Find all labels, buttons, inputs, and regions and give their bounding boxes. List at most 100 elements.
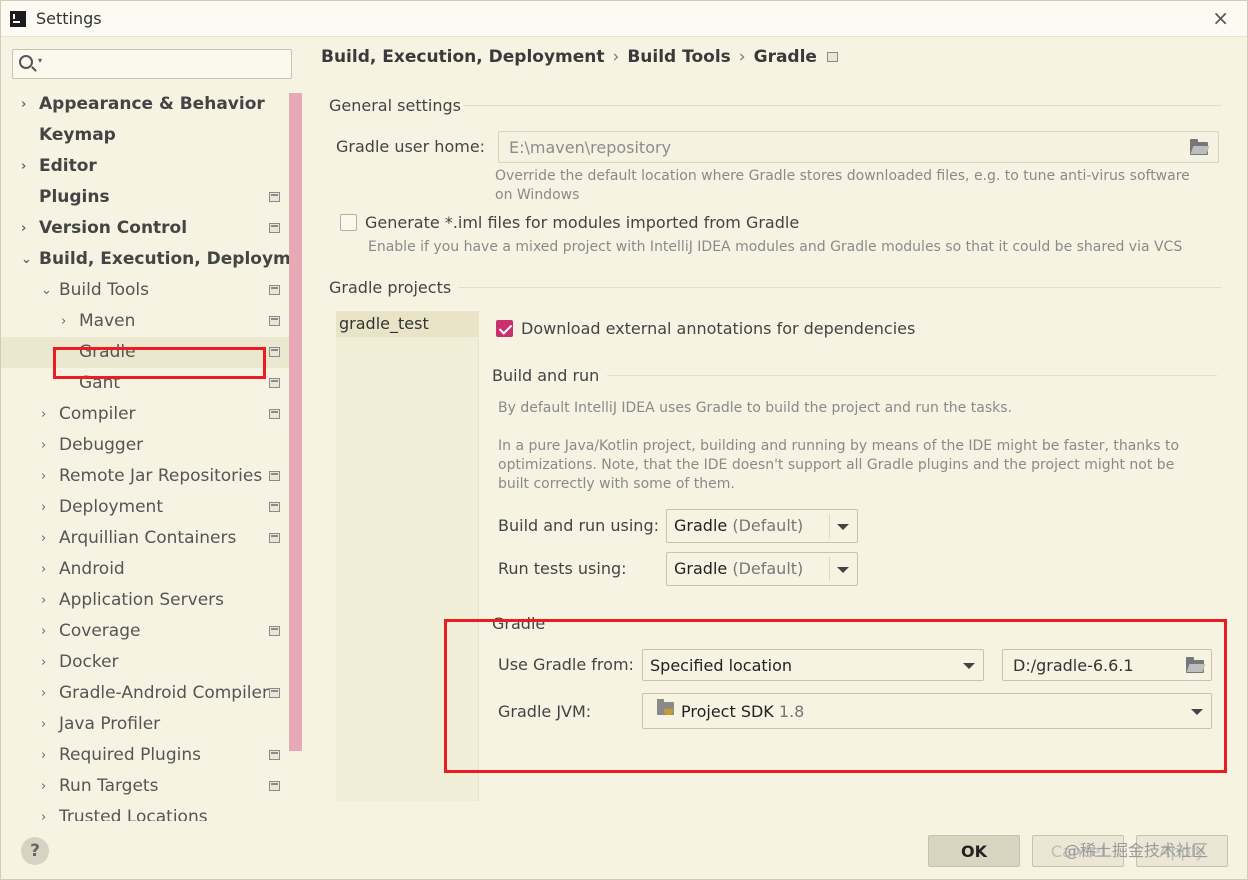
project-scope-icon <box>269 626 280 636</box>
sidebar-item-maven[interactable]: › Maven <box>1 306 289 337</box>
project-scope-icon <box>269 347 280 357</box>
sidebar-item-debugger[interactable]: › Debugger <box>1 430 289 461</box>
project-scope-icon <box>269 781 280 791</box>
sidebar-item-label: Trusted Locations <box>59 807 208 821</box>
build-run-using-suffix: (Default) <box>732 516 804 535</box>
sidebar-item-label: Java Profiler <box>59 714 161 734</box>
chevron-right-icon[interactable]: › <box>41 554 46 585</box>
sidebar-item-build-execution-deployment[interactable]: ⌄ Build, Execution, Deployment <box>1 244 301 275</box>
download-annotations-label[interactable]: Download external annotations for depend… <box>521 319 915 338</box>
section-divider <box>459 287 1221 288</box>
sidebar-item-version-control[interactable]: › Version Control <box>1 213 289 244</box>
chevron-right-icon[interactable]: › <box>41 740 46 771</box>
gradle-projects-title: Gradle projects <box>329 278 452 297</box>
chevron-right-icon[interactable]: › <box>41 771 46 802</box>
combo-divider <box>829 557 830 581</box>
sidebar-item-label: Run Targets <box>59 776 159 796</box>
section-divider <box>463 105 1221 106</box>
general-settings-title: General settings <box>329 96 461 115</box>
sidebar-item-android[interactable]: › Android <box>1 554 289 585</box>
chevron-right-icon[interactable]: › <box>41 461 46 492</box>
sidebar-item-java-profiler[interactable]: › Java Profiler <box>1 709 289 740</box>
sidebar-item-application-servers[interactable]: › Application Servers <box>1 585 289 616</box>
chevron-right-icon[interactable]: › <box>21 89 26 120</box>
project-scope-icon <box>269 750 280 760</box>
chevron-right-icon[interactable]: › <box>21 151 26 182</box>
sidebar-item-label: Version Control <box>39 218 188 238</box>
project-scope-icon <box>269 223 280 233</box>
sidebar-item-gradle-android-compiler[interactable]: › Gradle-Android Compiler <box>1 678 289 709</box>
sidebar-item-label: Plugins <box>39 187 110 207</box>
sidebar-item-label: Remote Jar Repositories <box>59 466 263 486</box>
gradle-user-home-label: Gradle user home: <box>336 137 486 156</box>
chevron-down-icon[interactable] <box>837 567 849 573</box>
sidebar-item-arquillian-containers[interactable]: › Arquillian Containers <box>1 523 289 554</box>
project-scope-icon <box>826 52 838 62</box>
chevron-down-icon[interactable]: ⌄ <box>41 275 52 306</box>
breadcrumb-item-build-tools[interactable]: Build Tools <box>627 47 730 67</box>
chevron-right-icon[interactable]: › <box>41 399 46 430</box>
download-annotations-checkbox[interactable] <box>496 320 513 337</box>
highlight-annotation-gradle-section <box>444 619 1227 773</box>
ok-button[interactable]: OK <box>928 835 1020 867</box>
chevron-right-icon[interactable]: › <box>41 709 46 740</box>
sidebar-item-editor[interactable]: › Editor <box>1 151 289 182</box>
generate-iml-label[interactable]: Generate *.iml files for modules importe… <box>365 213 799 232</box>
chevron-right-icon[interactable]: › <box>41 647 46 678</box>
list-item[interactable]: gradle_test <box>336 311 479 337</box>
browse-folder-icon[interactable] <box>1190 139 1208 155</box>
sidebar-item-label: Coverage <box>59 621 141 641</box>
sidebar-item-compiler[interactable]: › Compiler <box>1 399 289 430</box>
breadcrumb-item-build-execution-deployment[interactable]: Build, Execution, Deployment <box>321 47 605 67</box>
gradle-user-home-hint: Override the default location where Grad… <box>495 168 1190 203</box>
gradle-user-home-field[interactable]: E:\maven\repository <box>498 131 1219 163</box>
watermark: @稀土掘金技术社区 <box>1064 841 1209 860</box>
sidebar-item-coverage[interactable]: › Coverage <box>1 616 289 647</box>
build-run-using-select[interactable]: Gradle (Default) <box>666 509 858 543</box>
generate-iml-hint: Enable if you have a mixed project with … <box>368 239 1183 255</box>
chevron-right-icon[interactable]: › <box>41 802 46 821</box>
sidebar-item-label: Debugger <box>59 435 144 455</box>
breadcrumb: Build, Execution, Deployment › Build Tools… <box>321 47 838 67</box>
chevron-right-icon[interactable]: › <box>41 678 46 709</box>
sidebar-scrollbar[interactable] <box>289 93 302 751</box>
sidebar-item-run-targets[interactable]: › Run Targets <box>1 771 289 802</box>
sidebar-item-plugins[interactable]: Plugins <box>1 182 289 213</box>
sidebar-item-docker[interactable]: › Docker <box>1 647 289 678</box>
sidebar-item-trusted-locations[interactable]: › Trusted Locations <box>1 802 289 821</box>
build-run-using-value: Gradle <box>674 516 728 535</box>
settings-search[interactable]: ▾ <box>12 49 292 79</box>
chevron-down-icon[interactable]: ⌄ <box>21 244 32 275</box>
chevron-right-icon[interactable]: › <box>41 616 46 647</box>
chevron-right-icon[interactable]: › <box>41 430 46 461</box>
sidebar-item-build-tools[interactable]: ⌄ Build Tools <box>1 275 289 306</box>
sidebar-item-label: Gradle-Android Compiler <box>59 683 269 703</box>
breadcrumb-item-gradle: Gradle <box>753 47 817 67</box>
generate-iml-checkbox[interactable] <box>340 214 357 231</box>
chevron-right-icon[interactable]: › <box>41 492 46 523</box>
chevron-right-icon[interactable]: › <box>41 523 46 554</box>
run-tests-using-select[interactable]: Gradle (Default) <box>666 552 858 586</box>
chevron-right-icon[interactable]: › <box>61 306 66 337</box>
chevron-down-icon[interactable] <box>837 524 849 530</box>
chevron-right-icon[interactable]: › <box>21 213 26 244</box>
help-icon[interactable]: ? <box>21 837 49 865</box>
settings-tree: › Appearance & Behavior Keymap › Editor Plugi… <box>1 89 301 821</box>
sidebar-item-deployment[interactable]: › Deployment <box>1 492 289 523</box>
run-tests-using-label: Run tests using: <box>498 559 627 578</box>
close-icon[interactable]: × <box>1212 6 1229 30</box>
chevron-right-icon[interactable]: › <box>41 585 46 616</box>
search-icon <box>19 55 33 69</box>
sidebar-item-appearance-behavior[interactable]: › Appearance & Behavior <box>1 89 289 120</box>
sidebar-item-required-plugins[interactable]: › Required Plugins <box>1 740 289 771</box>
search-dropdown-caret-icon[interactable]: ▾ <box>38 56 42 65</box>
section-divider <box>607 375 1217 376</box>
sidebar-item-label: Build, Execution, Deployment <box>39 249 301 269</box>
window-title: Settings <box>36 9 102 28</box>
search-input[interactable] <box>49 53 285 75</box>
sidebar-item-keymap[interactable]: Keymap <box>1 120 289 151</box>
sidebar-item-remote-jar-repositories[interactable]: › Remote Jar Repositories <box>1 461 289 492</box>
build-run-hint-default: By default IntelliJ IDEA uses Gradle to … <box>498 400 1012 416</box>
intellij-app-icon <box>10 11 26 27</box>
run-tests-using-value: Gradle <box>674 559 728 578</box>
